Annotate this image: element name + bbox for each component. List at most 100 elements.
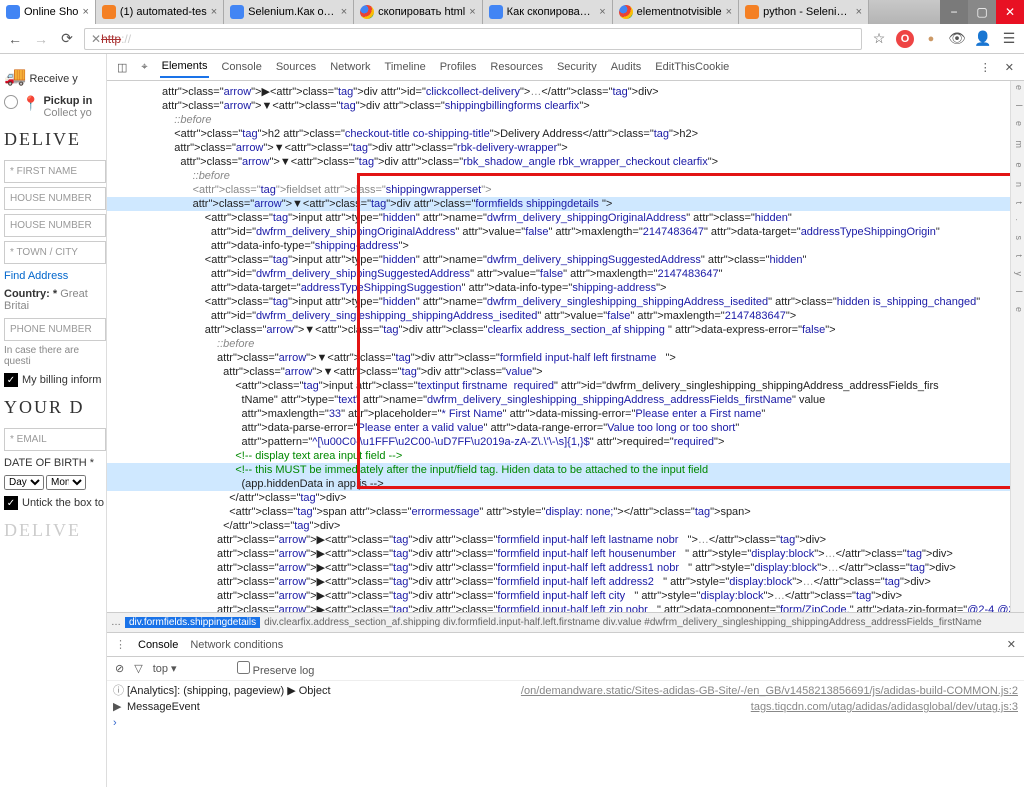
close-icon[interactable]: × bbox=[856, 6, 862, 18]
tree-line[interactable]: attr">class="arrow">▶<attr">class="tag">… bbox=[107, 547, 1010, 561]
elements-tree[interactable]: attr">class="arrow">▶<attr">class="tag">… bbox=[107, 81, 1010, 612]
tree-line[interactable]: <attr">class="tag">input attr">class="te… bbox=[107, 379, 1010, 393]
context-select[interactable]: top ▾ bbox=[153, 662, 177, 675]
drawer-network-tab[interactable]: Network conditions bbox=[190, 639, 283, 651]
tree-line[interactable]: attr">data-parse-error="Please enter a v… bbox=[107, 421, 1010, 435]
dob-day[interactable]: Day bbox=[4, 475, 44, 490]
tree-line[interactable]: attr">pattern="^[\u00C0-\u1FFF\u2C00-\uD… bbox=[107, 435, 1010, 449]
tab-3[interactable]: скопировать html× bbox=[354, 0, 483, 24]
source-link[interactable]: /on/demandware.static/Sites-adidas-GB-Si… bbox=[521, 683, 1018, 699]
tree-line[interactable]: ::before bbox=[107, 337, 1010, 351]
billing-checkbox[interactable]: ✓ bbox=[4, 373, 18, 387]
source-link[interactable]: tags.tiqcdn.com/utag/adidas/adidasglobal… bbox=[751, 699, 1018, 715]
devtools-close-icon[interactable]: ✕ bbox=[1003, 57, 1016, 78]
eye-icon[interactable]: 👁 bbox=[948, 30, 966, 48]
bookmark-icon[interactable]: ☆ bbox=[870, 30, 888, 48]
tab-2[interactable]: Selenium.Как отпр× bbox=[224, 0, 354, 24]
opera-icon[interactable]: O bbox=[896, 30, 914, 48]
tree-line[interactable]: attr">class="arrow">▶<attr">class="tag">… bbox=[107, 533, 1010, 547]
house2-input[interactable]: HOUSE NUMBER bbox=[4, 214, 106, 237]
town-input[interactable]: * TOWN / CITY bbox=[4, 241, 106, 264]
tree-line[interactable]: attr">class="arrow">▶<attr">class="tag">… bbox=[107, 575, 1010, 589]
close-icon[interactable]: × bbox=[211, 6, 217, 18]
tree-line[interactable]: tName" attr">type="text" attr">name="dwf… bbox=[107, 393, 1010, 407]
dob-month[interactable]: Month bbox=[46, 475, 86, 490]
menu-icon[interactable]: ☰ bbox=[1000, 30, 1018, 48]
tree-line[interactable]: <attr">class="tag">h2 attr">class="check… bbox=[107, 127, 1010, 141]
breadcrumb[interactable]: … div.formfields.shippingdetails div.cle… bbox=[107, 612, 1024, 632]
untick-checkbox[interactable]: ✓ bbox=[4, 496, 18, 510]
tree-line[interactable]: <attr">class="tag">input attr">type="hid… bbox=[107, 253, 1010, 267]
back-button[interactable]: ← bbox=[6, 30, 24, 48]
tree-line[interactable]: attr">id="dwfrm_delivery_shippingSuggest… bbox=[107, 267, 1010, 281]
close-icon[interactable]: × bbox=[469, 6, 475, 18]
minimize-button[interactable]: − bbox=[940, 0, 968, 24]
find-address-link[interactable]: Find Address bbox=[4, 270, 106, 282]
house-input[interactable]: HOUSE NUMBER bbox=[4, 187, 106, 210]
close-icon[interactable]: × bbox=[599, 6, 605, 18]
tree-line[interactable]: <!-- display text area input field --> bbox=[107, 449, 1010, 463]
resources-tab[interactable]: Resources bbox=[488, 57, 545, 77]
tab-1[interactable]: (1) automated-tes× bbox=[96, 0, 224, 24]
tree-line[interactable]: attr">class="arrow">▶<attr">class="tag">… bbox=[107, 603, 1010, 612]
audits-tab[interactable]: Audits bbox=[609, 57, 644, 77]
close-icon[interactable]: × bbox=[726, 6, 732, 18]
tree-line[interactable]: attr">data-target="addressTypeShippingSu… bbox=[107, 281, 1010, 295]
tree-line[interactable]: attr">class="arrow">▼<attr">class="tag">… bbox=[107, 197, 1010, 211]
tab-4[interactable]: Как скопировать в× bbox=[483, 0, 613, 24]
tree-line[interactable]: attr">data-info-type="shipping-address"> bbox=[107, 239, 1010, 253]
tree-line[interactable]: attr">class="arrow">▼<attr">class="tag">… bbox=[107, 351, 1010, 365]
clear-console-icon[interactable]: ⊘ bbox=[115, 662, 124, 675]
phone-input[interactable]: PHONE NUMBER bbox=[4, 318, 106, 341]
radio-icon[interactable] bbox=[4, 95, 18, 109]
drawer-close-icon[interactable]: ✕ bbox=[1007, 638, 1016, 651]
tree-line[interactable]: attr">id="dwfrm_delivery_shippingOrigina… bbox=[107, 225, 1010, 239]
profiles-tab[interactable]: Profiles bbox=[438, 57, 479, 77]
drawer-toggle-icon[interactable]: ⋮ bbox=[115, 638, 126, 651]
maximize-button[interactable]: ▢ bbox=[968, 0, 996, 24]
more-icon[interactable]: ⋮ bbox=[978, 57, 993, 78]
tree-line[interactable]: <attr">class="tag">input attr">type="hid… bbox=[107, 211, 1010, 225]
tab-6[interactable]: python - Selenium× bbox=[739, 0, 869, 24]
breadcrumb-selected[interactable]: div.formfields.shippingdetails bbox=[125, 617, 260, 628]
tree-line[interactable]: attr">class="arrow">▼<attr">class="tag">… bbox=[107, 323, 1010, 337]
tab-5[interactable]: elementnotvisible× bbox=[613, 0, 739, 24]
tab-0[interactable]: Online Sho× bbox=[0, 0, 96, 24]
tree-line[interactable]: <attr">class="tag">input attr">type="hid… bbox=[107, 295, 1010, 309]
tree-line[interactable]: <!-- this MUST be immediately after the … bbox=[107, 463, 1010, 477]
cookie-icon[interactable]: ● bbox=[922, 30, 940, 48]
network-tab[interactable]: Network bbox=[328, 57, 372, 77]
console-tab[interactable]: Console bbox=[219, 57, 263, 77]
close-icon[interactable]: × bbox=[341, 6, 347, 18]
tree-line[interactable]: attr">class="arrow">▼<attr">class="tag">… bbox=[107, 365, 1010, 379]
tree-line[interactable]: ::before bbox=[107, 113, 1010, 127]
reload-button[interactable]: ⟳ bbox=[58, 30, 76, 48]
filter-icon[interactable]: ▽ bbox=[134, 662, 142, 675]
tree-line[interactable]: attr">class="arrow">▶<attr">class="tag">… bbox=[107, 85, 1010, 99]
tree-line[interactable]: attr">class="arrow">▼<attr">class="tag">… bbox=[107, 141, 1010, 155]
tree-line[interactable]: attr">maxlength="33" attr">placeholder="… bbox=[107, 407, 1010, 421]
tree-line[interactable]: <attr">class="tag">fieldset attr">class=… bbox=[107, 183, 1010, 197]
forward-button[interactable]: → bbox=[32, 30, 50, 48]
preserve-log-checkbox[interactable]: Preserve log bbox=[237, 661, 315, 677]
close-icon[interactable]: × bbox=[82, 6, 88, 18]
tree-line[interactable]: </attr">class="tag">div> bbox=[107, 519, 1010, 533]
timeline-tab[interactable]: Timeline bbox=[383, 57, 428, 77]
tree-line[interactable]: attr">class="arrow">▼<attr">class="tag">… bbox=[107, 155, 1010, 169]
tree-line[interactable]: ::before bbox=[107, 169, 1010, 183]
user-icon[interactable]: 👤 bbox=[974, 30, 992, 48]
styles-pane-collapsed[interactable]: e l e m e n t . s t y l e bbox=[1010, 81, 1024, 612]
address-input[interactable]: ✕ http:// bbox=[84, 28, 862, 50]
elements-tab[interactable]: Elements bbox=[160, 56, 210, 78]
tree-line[interactable]: attr">class="arrow">▼<attr">class="tag">… bbox=[107, 99, 1010, 113]
security-tab[interactable]: Security bbox=[555, 57, 599, 77]
tree-line[interactable]: (app.hiddenData in app.js --> bbox=[107, 477, 1010, 491]
expand-icon[interactable]: ▶ bbox=[113, 699, 127, 715]
tree-line[interactable]: <attr">class="tag">span attr">class="err… bbox=[107, 505, 1010, 519]
email-input[interactable]: * EMAIL bbox=[4, 428, 106, 451]
drawer-console-tab[interactable]: Console bbox=[138, 639, 178, 651]
sources-tab[interactable]: Sources bbox=[274, 57, 318, 77]
console-prompt[interactable]: › bbox=[113, 715, 1018, 731]
console-output[interactable]: ⓘ[Analytics]: (shipping, pageview) ▶ Obj… bbox=[107, 681, 1024, 787]
tree-line[interactable]: attr">class="arrow">▶<attr">class="tag">… bbox=[107, 561, 1010, 575]
